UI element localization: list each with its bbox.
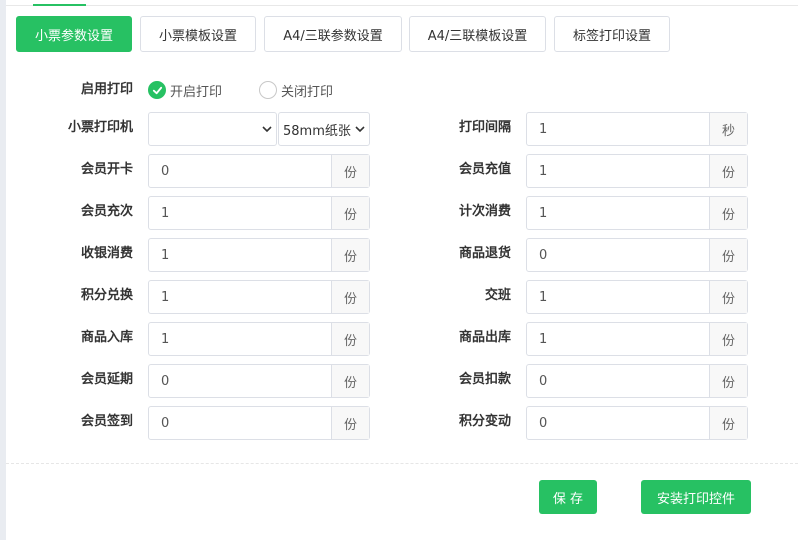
radio-empty-icon xyxy=(259,81,277,99)
field-label: 商品入库 xyxy=(80,330,133,345)
field-label: 积分兑换 xyxy=(80,288,133,303)
radio-print-off-label: 关闭打印 xyxy=(281,84,334,100)
field-label: 会员延期 xyxy=(80,372,133,387)
interval-input-group: 秒 xyxy=(526,112,748,146)
copies-unit: 份 xyxy=(331,281,369,313)
copies-input-group: 份 xyxy=(526,196,748,230)
radio-print-on-label: 开启打印 xyxy=(170,84,223,100)
copies-input-group: 份 xyxy=(526,364,748,398)
check-icon xyxy=(148,81,166,99)
top-border xyxy=(6,0,798,6)
printer-label: 小票打印机 xyxy=(67,120,133,135)
copies-unit: 份 xyxy=(331,323,369,355)
field-label: 会员扣款 xyxy=(458,372,511,387)
copies-input-group: 份 xyxy=(148,154,370,188)
copies-input[interactable] xyxy=(527,197,709,229)
copies-unit: 份 xyxy=(331,407,369,439)
chevron-down-icon xyxy=(355,126,365,133)
copies-unit: 份 xyxy=(709,239,747,271)
copies-input[interactable] xyxy=(527,323,709,355)
divider xyxy=(6,463,798,464)
copies-input-group: 份 xyxy=(148,364,370,398)
copies-unit: 份 xyxy=(709,155,747,187)
copies-input[interactable] xyxy=(527,155,709,187)
copies-input[interactable] xyxy=(527,239,709,271)
copies-input-group: 份 xyxy=(148,280,370,314)
install-print-control-button[interactable]: 安装打印控件 xyxy=(641,480,751,514)
field-label: 会员充次 xyxy=(80,204,133,219)
field-label: 会员签到 xyxy=(80,414,133,429)
copies-input-group: 份 xyxy=(526,154,748,188)
copies-unit: 份 xyxy=(331,155,369,187)
copies-unit: 份 xyxy=(709,197,747,229)
copies-unit: 份 xyxy=(709,365,747,397)
copies-input[interactable] xyxy=(149,407,331,439)
active-tab-indicator xyxy=(33,4,86,6)
left-gutter xyxy=(0,0,6,540)
copies-input-group: 份 xyxy=(526,238,748,272)
field-label: 会员充值 xyxy=(458,162,511,177)
printer-select[interactable] xyxy=(148,112,277,146)
copies-input[interactable] xyxy=(149,155,331,187)
copies-input[interactable] xyxy=(149,197,331,229)
tab-label-print[interactable]: 标签打印设置 xyxy=(554,16,670,52)
tab-receipt-params[interactable]: 小票参数设置 xyxy=(16,16,132,52)
print-enable-label: 启用打印 xyxy=(80,82,133,97)
copies-input[interactable] xyxy=(149,281,331,313)
copies-unit: 份 xyxy=(709,281,747,313)
field-label: 商品出库 xyxy=(458,330,511,345)
copies-input[interactable] xyxy=(527,281,709,313)
copies-input-group: 份 xyxy=(148,238,370,272)
copies-input-group: 份 xyxy=(526,322,748,356)
copies-input[interactable] xyxy=(527,365,709,397)
radio-print-off[interactable]: 关闭打印 xyxy=(259,80,333,100)
field-label: 商品退货 xyxy=(458,246,511,261)
field-label: 会员开卡 xyxy=(80,162,133,177)
copies-input[interactable] xyxy=(149,239,331,271)
copies-input-group: 份 xyxy=(148,196,370,230)
chevron-down-icon xyxy=(262,126,272,133)
paper-select[interactable]: 58mm纸张 xyxy=(278,112,370,146)
copies-unit: 份 xyxy=(331,365,369,397)
copies-input[interactable] xyxy=(149,365,331,397)
copies-input-group: 份 xyxy=(148,406,370,440)
copies-input[interactable] xyxy=(149,323,331,355)
paper-select-value: 58mm纸张 xyxy=(283,123,351,139)
interval-input[interactable] xyxy=(527,113,709,145)
tab-receipt-template[interactable]: 小票模板设置 xyxy=(140,16,256,52)
tab-a4-params[interactable]: A4/三联参数设置 xyxy=(264,16,402,52)
interval-label: 打印间隔 xyxy=(458,120,511,135)
tab-a4-template[interactable]: A4/三联模板设置 xyxy=(409,16,546,52)
copies-unit: 份 xyxy=(709,407,747,439)
save-button[interactable]: 保 存 xyxy=(539,480,597,514)
field-label: 交班 xyxy=(484,288,511,303)
field-label: 积分变动 xyxy=(458,414,511,429)
field-label: 计次消费 xyxy=(458,204,511,219)
field-label: 收银消费 xyxy=(80,246,133,261)
copies-input[interactable] xyxy=(527,407,709,439)
copies-unit: 份 xyxy=(331,197,369,229)
copies-input-group: 份 xyxy=(148,322,370,356)
copies-input-group: 份 xyxy=(526,280,748,314)
interval-unit: 秒 xyxy=(709,113,747,145)
copies-unit: 份 xyxy=(709,323,747,355)
radio-print-on[interactable]: 开启打印 xyxy=(148,80,222,100)
copies-input-group: 份 xyxy=(526,406,748,440)
copies-unit: 份 xyxy=(331,239,369,271)
